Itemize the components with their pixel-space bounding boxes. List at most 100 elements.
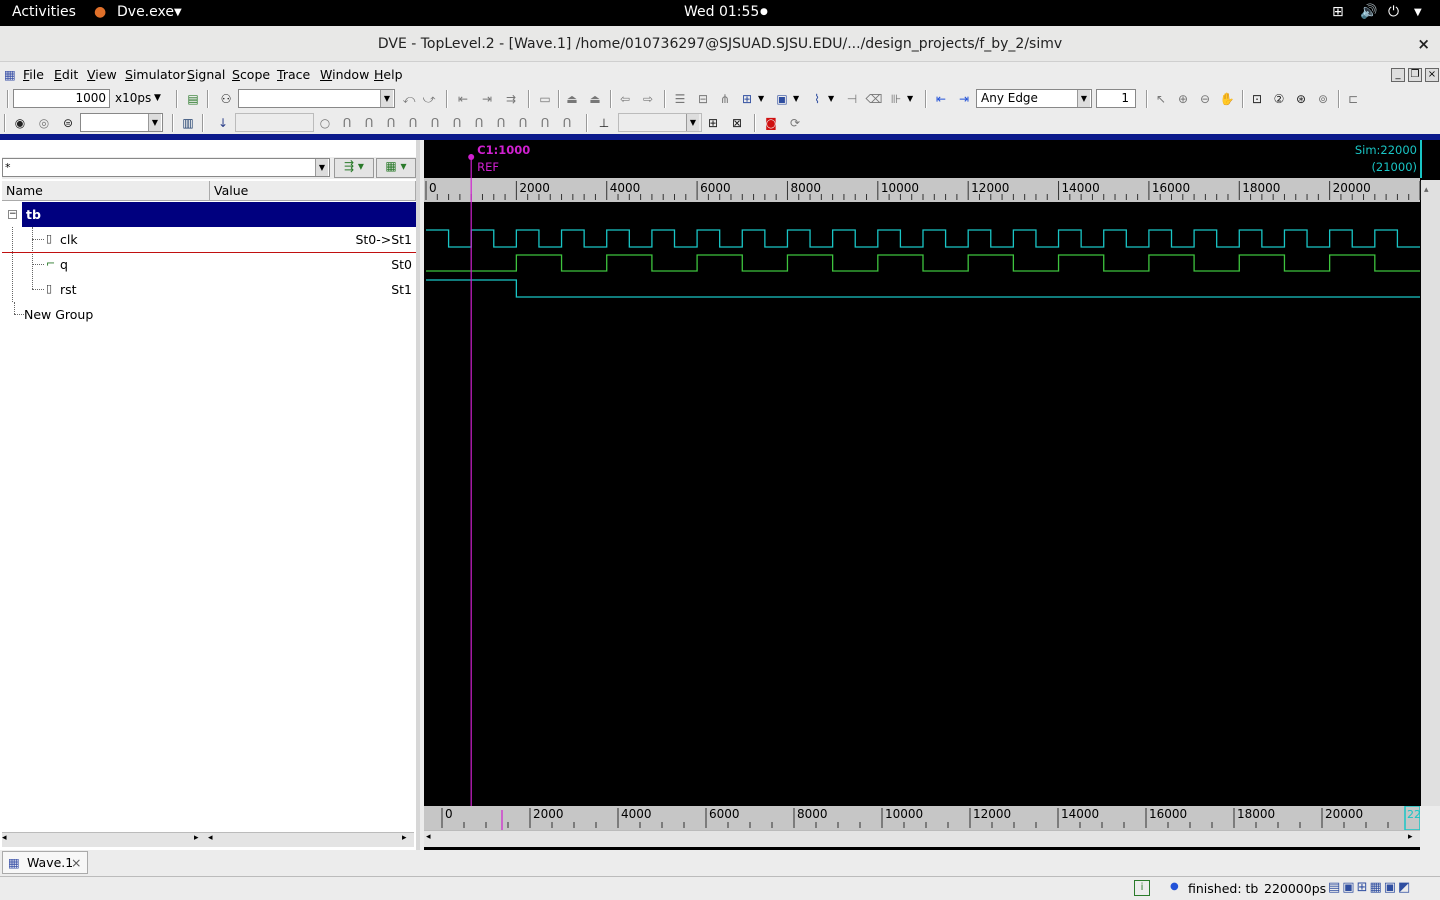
- gate-icon[interactable]: ᑎ: [404, 114, 422, 132]
- scroll-left-icon[interactable]: ◂: [208, 833, 213, 843]
- menu-file[interactable]: File: [23, 67, 44, 82]
- collapse-icon[interactable]: −: [8, 210, 17, 219]
- schematic-dropdown-arrow[interactable]: ▼: [686, 114, 699, 131]
- hierarchy-icon[interactable]: ⋔: [716, 90, 734, 108]
- edge-dropdown-arrow[interactable]: ▼: [1077, 90, 1090, 107]
- edge-select[interactable]: Any Edge: [976, 89, 1092, 108]
- menu-scope[interactable]: Scope: [232, 67, 270, 82]
- waveform-canvas[interactable]: 0 2000 4000 6000 8000 10000 12000 14000 16000 180…: [424, 140, 1440, 850]
- time-value-field[interactable]: 1000: [13, 89, 110, 108]
- menu-window[interactable]: Window: [320, 67, 369, 82]
- zoom-area-icon[interactable]: ⊛: [1292, 90, 1310, 108]
- next-icon[interactable]: ⇉: [502, 90, 520, 108]
- breakpoint-icon[interactable]: ◙: [762, 114, 780, 132]
- zoom-2-icon[interactable]: ②: [1270, 90, 1288, 108]
- close-tab-icon[interactable]: ×: [71, 852, 81, 873]
- menu-edit[interactable]: Edit: [54, 67, 78, 82]
- wave-q[interactable]: [426, 254, 1420, 272]
- chevron-down-icon[interactable]: ▼: [758, 94, 764, 103]
- driver-icon[interactable]: ⊣: [843, 90, 861, 108]
- gate-icon[interactable]: ᑎ: [338, 114, 356, 132]
- restart-icon[interactable]: ▭: [536, 90, 554, 108]
- bottom-ruler[interactable]: 0 2000 4000 6000 8000 10000 12000 14000 16000 180…: [424, 806, 1420, 830]
- power-icon[interactable]: ⏻: [1388, 4, 1399, 20]
- pointer-icon[interactable]: ↖: [1152, 90, 1170, 108]
- force-value-field[interactable]: [235, 113, 314, 132]
- schematic-icon[interactable]: ⊥: [595, 114, 613, 132]
- gate-icon[interactable]: ᑎ: [492, 114, 510, 132]
- wave-rst[interactable]: [426, 279, 1420, 298]
- dve-app-icon[interactable]: ▦: [4, 67, 16, 82]
- wave-vscrollbar[interactable]: [1421, 180, 1440, 820]
- gate-icon[interactable]: ᑎ: [382, 114, 400, 132]
- signal-row[interactable]: ⌐ q St0: [2, 252, 416, 277]
- group-row[interactable]: New Group: [2, 302, 416, 327]
- signal-pane-hscrollbar[interactable]: ◂ ▸ ◂ ▸: [2, 832, 414, 847]
- gate-icon[interactable]: ᑎ: [536, 114, 554, 132]
- network-icon[interactable]: ⊞: [1332, 4, 1344, 20]
- gate-icon[interactable]: ᑎ: [426, 114, 444, 132]
- down-scope-icon[interactable]: ⏏: [586, 90, 604, 108]
- signal-filter-input[interactable]: *: [2, 158, 330, 177]
- grid-icon[interactable]: ⊞: [738, 90, 756, 108]
- gate-icon[interactable]: ᑎ: [558, 114, 576, 132]
- run-sim-icon[interactable]: ▤: [184, 90, 202, 108]
- memory-icon[interactable]: ▥: [179, 114, 197, 132]
- menu-simulator[interactable]: Simulator: [125, 67, 185, 82]
- find-prev-icon[interactable]: ⤺: [400, 90, 418, 108]
- scroll-right-icon[interactable]: ▸: [402, 833, 407, 843]
- refresh-icon[interactable]: ⟳: [786, 114, 804, 132]
- gate-icon[interactable]: ᑎ: [360, 114, 378, 132]
- module-icon[interactable]: ⊠: [728, 114, 746, 132]
- display-mode-button[interactable]: ▦ ▾: [376, 158, 416, 178]
- volume-icon[interactable]: 🔊: [1360, 4, 1377, 20]
- view-buttons-icon[interactable]: ▤▣⊞▦▣◩: [1328, 880, 1412, 895]
- filter-dropdown-arrow[interactable]: ▼: [315, 159, 328, 176]
- value-column-header[interactable]: Value: [210, 181, 416, 201]
- mdi-restore-button[interactable]: ❐: [1408, 68, 1422, 82]
- zoom-out-icon[interactable]: ⊖: [1196, 90, 1214, 108]
- full-view-icon[interactable]: ⊏: [1344, 90, 1362, 108]
- menu-trace[interactable]: Trace: [277, 67, 310, 82]
- filter-type-button[interactable]: ⇶ ▾: [334, 158, 374, 178]
- chevron-down-icon[interactable]: ▼: [907, 94, 913, 103]
- list-icon[interactable]: ☰: [671, 90, 689, 108]
- gate-icon[interactable]: ᑎ: [470, 114, 488, 132]
- circle-icon[interactable]: ○: [316, 114, 334, 132]
- edge-count-field[interactable]: 1: [1096, 89, 1136, 108]
- prev-cursor-icon[interactable]: ◉: [11, 114, 29, 132]
- info-icon[interactable]: i: [1134, 880, 1150, 896]
- forward-arrow-icon[interactable]: ⇨: [639, 90, 657, 108]
- menu-help[interactable]: Help: [374, 67, 403, 82]
- name-column-header[interactable]: Name: [2, 181, 210, 201]
- signal-row[interactable]: ▯ clk St0->St1: [2, 227, 416, 252]
- tab-wave-1[interactable]: ▦ Wave.1 ×: [2, 851, 88, 874]
- menu-view[interactable]: View: [87, 67, 117, 82]
- search-input[interactable]: [238, 89, 395, 108]
- zoom-reset-icon[interactable]: ⊚: [1314, 90, 1332, 108]
- next-edge-icon[interactable]: ⇥: [955, 90, 973, 108]
- mdi-minimize-button[interactable]: _: [1391, 68, 1405, 82]
- gate-icon[interactable]: ᑎ: [448, 114, 466, 132]
- back-arrow-icon[interactable]: ⇦: [616, 90, 634, 108]
- trace-icon[interactable]: ⌇: [808, 90, 826, 108]
- scroll-left-icon[interactable]: ◂: [2, 833, 7, 843]
- expand-icon[interactable]: ⊟: [694, 90, 712, 108]
- chevron-down-icon[interactable]: ▼: [793, 94, 799, 103]
- scroll-up-icon[interactable]: ▴: [1424, 185, 1429, 195]
- scope-row[interactable]: − tb: [2, 202, 416, 227]
- gate-icon[interactable]: ᑎ: [514, 114, 532, 132]
- cursor-dropdown-arrow[interactable]: ▼: [148, 114, 161, 131]
- signal-row[interactable]: ▯ rst St1: [2, 277, 416, 302]
- scroll-left-icon[interactable]: ◂: [426, 832, 431, 842]
- up-scope-icon[interactable]: ⏏: [563, 90, 581, 108]
- force-down-icon[interactable]: ↓: [214, 114, 232, 132]
- close-button[interactable]: ×: [1417, 26, 1430, 62]
- step-icon[interactable]: ⇥: [478, 90, 496, 108]
- step-back-icon[interactable]: ⇤: [454, 90, 472, 108]
- binoculars-icon[interactable]: ⚇: [217, 90, 235, 108]
- menu-signal[interactable]: Signal: [187, 67, 225, 82]
- module-icon[interactable]: ⊞: [704, 114, 722, 132]
- next-cursor-icon[interactable]: ◎: [35, 114, 53, 132]
- list-cursor-icon[interactable]: ⊜: [59, 114, 77, 132]
